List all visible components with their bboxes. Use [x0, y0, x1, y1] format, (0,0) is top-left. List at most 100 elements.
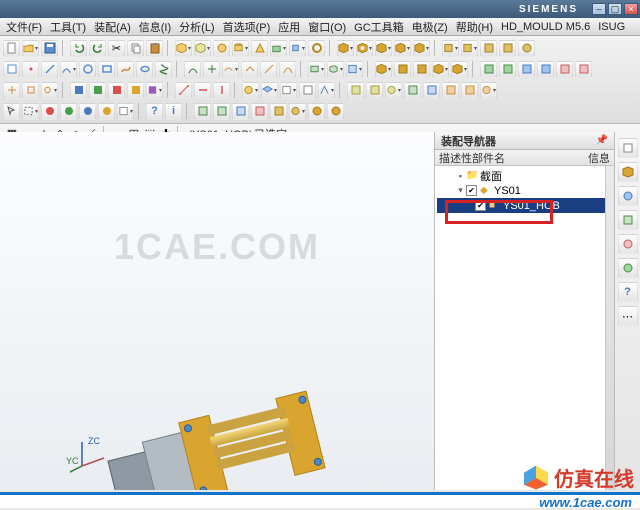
- tb-view2-icon[interactable]: [299, 82, 316, 99]
- tb-misc6-icon[interactable]: [575, 61, 592, 78]
- tb-sel7-icon[interactable]: [117, 103, 134, 120]
- tb-curve3-icon[interactable]: [222, 61, 239, 78]
- tb-ex1-icon[interactable]: [347, 82, 364, 99]
- tb-misc2-icon[interactable]: [499, 61, 516, 78]
- tb-sel2-icon[interactable]: [22, 103, 39, 120]
- tb-render-icon[interactable]: [242, 82, 259, 99]
- rb-help-icon[interactable]: ?: [618, 282, 638, 302]
- collapse-icon[interactable]: ▾: [455, 185, 466, 196]
- tb-meas3-icon[interactable]: [213, 82, 230, 99]
- tb-cylinder-icon[interactable]: [232, 40, 249, 57]
- tree-node-part-selected[interactable]: ✔ ■ YS01_HOB: [437, 198, 612, 213]
- tb-circle-icon[interactable]: [79, 61, 96, 78]
- menu-isug[interactable]: ISUG: [598, 21, 625, 33]
- tb-open-icon[interactable]: [22, 40, 39, 57]
- menu-tools[interactable]: 工具(T): [50, 19, 86, 35]
- tb-help-icon[interactable]: ?: [146, 103, 163, 120]
- tree-node-asm[interactable]: ▾ ✔ ◆ YS01: [437, 183, 612, 198]
- tb-misc5-icon[interactable]: [556, 61, 573, 78]
- window-maximize-button[interactable]: ▢: [608, 3, 622, 15]
- tb-cube2-icon[interactable]: [194, 40, 211, 57]
- tb-color3-icon[interactable]: [108, 82, 125, 99]
- rb-navigator-icon[interactable]: [618, 138, 638, 158]
- tb-feature5-icon[interactable]: [518, 40, 535, 57]
- menu-electrode[interactable]: 电极(Z): [412, 19, 448, 35]
- tb-sel4-icon[interactable]: [60, 103, 77, 120]
- tb-line-icon[interactable]: [41, 61, 58, 78]
- tb-color5-icon[interactable]: [146, 82, 163, 99]
- tb-p1-icon[interactable]: [194, 103, 211, 120]
- tb-asm1-icon[interactable]: [375, 61, 392, 78]
- tb-p5-icon[interactable]: [270, 103, 287, 120]
- tb-misc1-icon[interactable]: [480, 61, 497, 78]
- rb-history-icon[interactable]: [618, 210, 638, 230]
- tb-cube-icon[interactable]: [175, 40, 192, 57]
- tb-point-icon[interactable]: [22, 61, 39, 78]
- tb-ex7-icon[interactable]: [461, 82, 478, 99]
- tb-curve4-icon[interactable]: [241, 61, 258, 78]
- tb-p8-icon[interactable]: [327, 103, 344, 120]
- tb-extrude-icon[interactable]: [270, 40, 287, 57]
- navigator-scrollbar[interactable]: [605, 166, 614, 490]
- tb-surf2-icon[interactable]: [327, 61, 344, 78]
- tb-ex6-icon[interactable]: [442, 82, 459, 99]
- tb-asm3-icon[interactable]: [413, 61, 430, 78]
- tb-sel5-icon[interactable]: [79, 103, 96, 120]
- navigator-tree[interactable]: ▪ 📁 截面 ▾ ✔ ◆ YS01 ✔ ■ YS01_HOB: [435, 166, 614, 490]
- rb-roles-icon[interactable]: [618, 234, 638, 254]
- menu-gctoolbox[interactable]: GC工具箱: [354, 19, 404, 35]
- tb-boolean3-icon[interactable]: [375, 40, 392, 57]
- tb-info-icon[interactable]: i: [165, 103, 182, 120]
- tb-ellipse-icon[interactable]: [136, 61, 153, 78]
- tb-color1-icon[interactable]: [70, 82, 87, 99]
- tb-layer-icon[interactable]: [261, 82, 278, 99]
- tb-p6-icon[interactable]: [289, 103, 306, 120]
- tb-redo-icon[interactable]: [89, 40, 106, 57]
- tb-color4-icon[interactable]: [127, 82, 144, 99]
- tb-torus-icon[interactable]: [308, 40, 325, 57]
- tb-save-icon[interactable]: [41, 40, 58, 57]
- tb-rect-icon[interactable]: [98, 61, 115, 78]
- window-close-button[interactable]: ×: [624, 3, 638, 15]
- pin-icon[interactable]: 📌: [596, 135, 608, 146]
- tb-boolean5-icon[interactable]: [413, 40, 430, 57]
- menu-analysis[interactable]: 分析(L): [179, 19, 214, 35]
- tb-ex5-icon[interactable]: [423, 82, 440, 99]
- tb-datum3-icon[interactable]: [41, 82, 58, 99]
- tb-cone-icon[interactable]: [251, 40, 268, 57]
- tb-curve5-icon[interactable]: [260, 61, 277, 78]
- tb-asm2-icon[interactable]: [394, 61, 411, 78]
- tb-arc-icon[interactable]: [60, 61, 77, 78]
- tb-surf3-icon[interactable]: [346, 61, 363, 78]
- tb-ex4-icon[interactable]: [404, 82, 421, 99]
- rb-part-icon[interactable]: [618, 162, 638, 182]
- tb-feature3-icon[interactable]: [480, 40, 497, 57]
- tb-misc3-icon[interactable]: [518, 61, 535, 78]
- tb-ex8-icon[interactable]: [480, 82, 497, 99]
- menu-assembly[interactable]: 装配(A): [94, 19, 131, 35]
- tb-p3-icon[interactable]: [232, 103, 249, 120]
- tb-ex3-icon[interactable]: [385, 82, 402, 99]
- tb-helix-icon[interactable]: [155, 61, 172, 78]
- tb-boolean1-icon[interactable]: [337, 40, 354, 57]
- tb-curve6-icon[interactable]: [279, 61, 296, 78]
- tb-copy-icon[interactable]: [127, 40, 144, 57]
- tb-datum2-icon[interactable]: [22, 82, 39, 99]
- tb-undo-icon[interactable]: [70, 40, 87, 57]
- tb-misc4-icon[interactable]: [537, 61, 554, 78]
- menu-application[interactable]: 应用: [278, 19, 300, 35]
- tb-spline-icon[interactable]: [117, 61, 134, 78]
- tb-curve2-icon[interactable]: [203, 61, 220, 78]
- rb-constraint-icon[interactable]: [618, 186, 638, 206]
- tb-curve1-icon[interactable]: [184, 61, 201, 78]
- tb-asm4-icon[interactable]: [432, 61, 449, 78]
- tb-boolean4-icon[interactable]: [394, 40, 411, 57]
- window-minimize-button[interactable]: –: [592, 3, 606, 15]
- tb-p7-icon[interactable]: [308, 103, 325, 120]
- expand-icon[interactable]: ▪: [455, 171, 466, 181]
- menu-info[interactable]: 信息(I): [139, 19, 171, 35]
- tb-color2-icon[interactable]: [89, 82, 106, 99]
- tb-meas1-icon[interactable]: [175, 82, 192, 99]
- tb-p2-icon[interactable]: [213, 103, 230, 120]
- tb-sel3-icon[interactable]: [41, 103, 58, 120]
